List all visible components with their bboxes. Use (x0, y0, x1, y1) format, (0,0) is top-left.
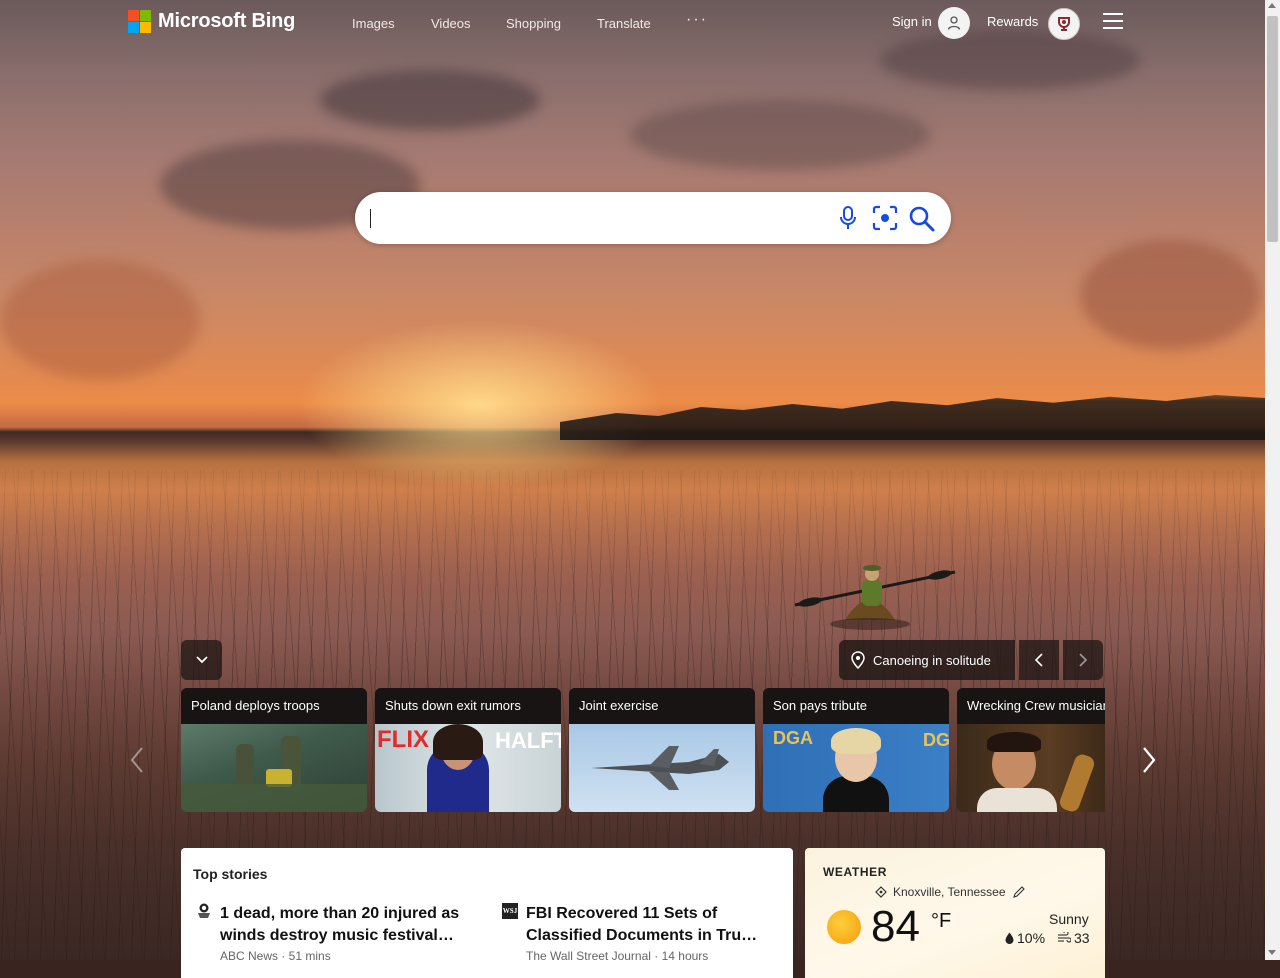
news-card-title: Wrecking Crew musician (957, 688, 1105, 724)
search-icon[interactable] (908, 205, 936, 233)
news-card[interactable]: Joint exercise (569, 688, 755, 812)
location-diamond-icon (875, 886, 887, 898)
news-card[interactable]: Wrecking Crew musician (957, 688, 1105, 812)
weather-heading: WEATHER (823, 865, 887, 879)
weather-precipitation: 10% (1005, 930, 1045, 946)
weather-location[interactable]: Knoxville, Tennessee (875, 885, 1026, 899)
news-card-title: Shuts down exit rumors (375, 688, 561, 724)
rewards-trophy-icon[interactable] (1048, 8, 1080, 40)
scroll-up-arrow-icon[interactable] (1268, 3, 1276, 8)
search-box[interactable] (355, 192, 951, 244)
air-quality-value: 33 (1074, 930, 1090, 946)
top-stories-panel: Top stories 1 dead, more than 20 injured… (181, 848, 793, 978)
weather-panel[interactable]: WEATHER Knoxville, Tennessee 84 °F Sunny… (805, 848, 1105, 978)
raindrop-icon (1005, 932, 1014, 944)
carousel-next-icon[interactable] (1139, 745, 1159, 775)
story-title[interactable]: FBI Recovered 11 Sets of Classified Docu… (526, 903, 786, 947)
news-card-image: FLIX HALFTI (375, 724, 561, 812)
scrollbar-thumb[interactable] (1267, 16, 1278, 242)
air-quality-icon (1058, 932, 1071, 943)
nav-images[interactable]: Images (352, 16, 395, 31)
microsoft-logo-icon (128, 10, 151, 33)
story-item[interactable]: 1 dead, more than 20 injured as winds de… (198, 903, 480, 963)
text-caret (370, 209, 371, 228)
news-card[interactable]: Son pays tribute DGA DG (763, 688, 949, 812)
nav-more-button[interactable]: ··· (686, 11, 708, 29)
story-item[interactable]: WSJ FBI Recovered 11 Sets of Classified … (502, 903, 786, 963)
weather-condition: Sunny (1049, 911, 1089, 927)
news-card-title: Joint exercise (569, 688, 755, 724)
news-card-image (569, 724, 755, 812)
nav-shopping[interactable]: Shopping (506, 16, 561, 31)
cloud (630, 100, 930, 170)
news-carousel: Poland deploys troops Shuts down exit ru… (181, 688, 1105, 812)
news-card-image (957, 724, 1105, 812)
weather-temperature: 84 (871, 902, 920, 951)
sign-in-link[interactable]: Sign in (892, 14, 932, 29)
cloud (1080, 240, 1260, 350)
weather-unit[interactable]: °F (931, 910, 951, 933)
carousel-prev-icon[interactable] (127, 745, 147, 775)
image-title-button[interactable]: Canoeing in solitude (839, 640, 1015, 680)
logo-text: Microsoft Bing (158, 10, 296, 32)
chevron-left-icon (1034, 653, 1043, 667)
top-stories-heading: Top stories (193, 866, 268, 882)
cloud (0, 260, 200, 380)
sunny-icon (827, 910, 861, 944)
image-title: Canoeing in solitude (873, 652, 991, 668)
microphone-icon[interactable] (836, 205, 860, 231)
rewards-link[interactable]: Rewards (987, 14, 1038, 29)
nav-translate[interactable]: Translate (597, 16, 651, 31)
kayaker-figure (794, 565, 956, 630)
story-title[interactable]: 1 dead, more than 20 injured as winds de… (220, 903, 480, 947)
next-image-button[interactable] (1063, 640, 1103, 680)
edit-pencil-icon[interactable] (1012, 885, 1026, 899)
news-card-title: Son pays tribute (763, 688, 949, 724)
weather-air-quality: 33 (1057, 930, 1090, 946)
visual-search-icon[interactable] (872, 205, 898, 231)
precipitation-value: 10% (1017, 930, 1046, 946)
top-header: Microsoft Bing Images Videos Shopping Tr… (0, 0, 1265, 46)
location-pin-icon (851, 651, 865, 669)
nav-videos[interactable]: Videos (431, 16, 471, 31)
hamburger-menu-icon[interactable] (1103, 13, 1123, 29)
news-card-image: DGA DG (763, 724, 949, 812)
search-input[interactable] (371, 205, 825, 233)
chevron-right-icon (1079, 653, 1088, 667)
news-card[interactable]: Shuts down exit rumors FLIX HALFTI (375, 688, 561, 812)
collapse-button[interactable] (181, 640, 222, 680)
user-avatar-icon[interactable] (938, 7, 970, 39)
story-meta: ABC News · 51 mins (220, 949, 331, 963)
weather-location-text: Knoxville, Tennessee (893, 885, 1006, 899)
scroll-down-arrow-icon[interactable] (1268, 950, 1276, 955)
news-card[interactable]: Poland deploys troops (181, 688, 367, 812)
bing-logo[interactable]: Microsoft Bing (128, 10, 295, 33)
chevron-down-icon (195, 656, 208, 664)
previous-image-button[interactable] (1019, 640, 1059, 680)
abc-news-source-icon (198, 903, 210, 918)
cloud (320, 70, 540, 130)
news-card-image (181, 724, 367, 812)
wsj-source-icon: WSJ (502, 903, 518, 919)
story-meta: The Wall Street Journal · 14 hours (526, 949, 709, 963)
news-card-title: Poland deploys troops (181, 688, 367, 724)
